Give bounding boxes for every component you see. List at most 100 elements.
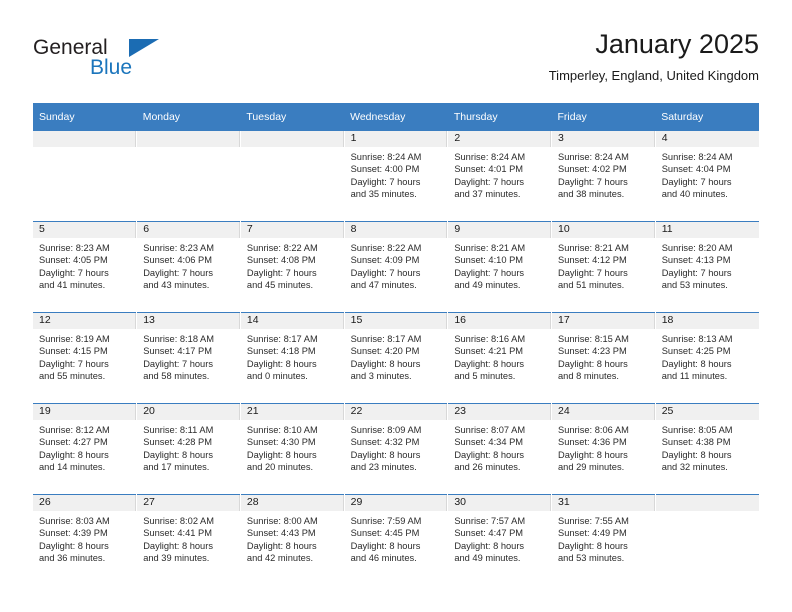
day-details: Sunrise: 8:20 AM Sunset: 4:13 PM Daylight:… [656,238,759,292]
daylight-text-line2: and 36 minutes. [39,553,106,564]
day-details: Sunrise: 8:11 AM Sunset: 4:28 PM Daylight:… [137,420,240,474]
day-details: Sunrise: 8:15 AM Sunset: 4:23 PM Daylight:… [552,329,655,383]
calendar-day-cell[interactable]: 6 Sunrise: 8:23 AM Sunset: 4:06 PM Daylight… [136,221,241,313]
sunrise-text: Sunrise: 8:22 AM [350,243,422,253]
calendar-day-cell[interactable]: 21 Sunrise: 8:10 AM Sunset: 4:30 PM Dayligh… [239,403,345,495]
calendar-day-cell[interactable]: 26 Sunrise: 8:03 AM Sunset: 4:39 PM Dayligh… [33,494,137,585]
day-number: 18 [655,313,759,329]
sunset-text: Sunset: 4:09 PM [350,255,420,266]
daylight-text-line1: Daylight: 7 hours [143,358,213,369]
day-details: Sunrise: 8:17 AM Sunset: 4:18 PM Daylight:… [241,329,344,383]
calendar-week-row: 1 Sunrise: 8:24 AM Sunset: 4:00 PM Daylight… [33,131,759,222]
day-details: Sunrise: 8:07 AM Sunset: 4:34 PM Daylight:… [448,420,551,474]
calendar-day-cell[interactable]: 10 Sunrise: 8:21 AM Sunset: 4:12 PM Dayligh… [551,221,656,313]
day-details: Sunrise: 8:22 AM Sunset: 4:09 PM Daylight:… [345,238,448,292]
calendar-day-cell[interactable]: 22 Sunrise: 8:09 AM Sunset: 4:32 PM Dayligh… [343,403,448,495]
calendar-week-row: 12 Sunrise: 8:19 AM Sunset: 4:15 PM Dayligh… [33,312,759,404]
calendar-day-cell[interactable]: 29 Sunrise: 7:59 AM Sunset: 4:45 PM Dayligh… [343,494,448,585]
sunset-text: Sunset: 4:10 PM [454,255,524,266]
sunset-text: Sunset: 4:04 PM [661,164,731,175]
calendar-day-cell[interactable]: 31 Sunrise: 7:55 AM Sunset: 4:49 PM Dayligh… [551,494,656,585]
daylight-text-line2: and 51 minutes. [558,280,625,291]
calendar-day-cell[interactable]: 5 Sunrise: 8:23 AM Sunset: 4:05 PM Daylight… [33,221,137,313]
calendar-week-row: 19 Sunrise: 8:12 AM Sunset: 4:27 PM Dayligh… [33,403,759,495]
sunrise-text: Sunrise: 8:19 AM [39,334,110,344]
day-number: 14 [240,313,344,329]
daylight-text-line2: and 42 minutes. [246,553,314,564]
daylight-text-line2: and 37 minutes. [454,189,521,200]
calendar-day-cell[interactable]: 15 Sunrise: 8:17 AM Sunset: 4:20 PM Dayligh… [343,312,448,404]
sunset-text: Sunset: 4:30 PM [246,437,316,448]
calendar-day-cell[interactable]: 17 Sunrise: 8:15 AM Sunset: 4:23 PM Dayligh… [551,312,656,404]
day-number: 28 [240,495,344,511]
day-details: Sunrise: 8:21 AM Sunset: 4:10 PM Daylight:… [448,238,551,292]
sunrise-text: Sunrise: 8:06 AM [558,425,629,435]
daylight-text-line1: Daylight: 7 hours [246,267,317,278]
calendar-day-cell[interactable]: 4 Sunrise: 8:24 AM Sunset: 4:04 PM Daylight… [654,131,759,222]
sunrise-text: Sunrise: 8:07 AM [454,425,526,435]
daylight-text-line2: and 39 minutes. [143,553,210,564]
daylight-text-line2: and 55 minutes. [39,371,106,382]
calendar-day-cell[interactable]: 7 Sunrise: 8:22 AM Sunset: 4:08 PM Daylight… [239,221,345,313]
sunrise-text: Sunrise: 8:11 AM [143,425,214,435]
calendar-day-cell[interactable]: 25 Sunrise: 8:05 AM Sunset: 4:38 PM Dayligh… [654,403,759,495]
day-number: 3 [552,131,655,147]
calendar-day-cell-empty [654,494,759,585]
calendar-day-cell[interactable]: 12 Sunrise: 8:19 AM Sunset: 4:15 PM Dayligh… [33,312,137,404]
day-details: Sunrise: 8:13 AM Sunset: 4:25 PM Daylight:… [656,329,759,383]
day-details: Sunrise: 8:23 AM Sunset: 4:05 PM Daylight:… [33,238,136,292]
day-number: 5 [33,222,137,238]
daylight-text-line1: Daylight: 7 hours [558,176,628,187]
day-number: 16 [448,313,552,329]
sunrise-text: Sunrise: 8:24 AM [350,152,422,162]
sunset-text: Sunset: 4:32 PM [350,437,420,448]
calendar-day-cell[interactable]: 20 Sunrise: 8:11 AM Sunset: 4:28 PM Dayligh… [136,403,241,495]
calendar-day-cell[interactable]: 16 Sunrise: 8:16 AM Sunset: 4:21 PM Dayligh… [447,312,552,404]
daylight-text-line2: and 41 minutes. [39,280,106,291]
calendar-day-cell[interactable]: 19 Sunrise: 8:12 AM Sunset: 4:27 PM Dayligh… [33,403,137,495]
calendar-day-cell[interactable]: 28 Sunrise: 8:00 AM Sunset: 4:43 PM Dayligh… [239,494,345,585]
weekday-header-tuesday: Tuesday [246,111,287,123]
daylight-text-line1: Daylight: 8 hours [143,449,213,460]
sunset-text: Sunset: 4:27 PM [39,437,108,448]
day-details: Sunrise: 8:12 AM Sunset: 4:27 PM Daylight:… [33,420,136,474]
daylight-text-line2: and 29 minutes. [558,462,625,473]
daylight-text-line1: Daylight: 8 hours [454,540,525,551]
sunset-text: Sunset: 4:17 PM [143,346,212,357]
day-number: 31 [552,495,655,511]
sunrise-text: Sunrise: 8:12 AM [39,425,110,435]
day-details: Sunrise: 7:59 AM Sunset: 4:45 PM Daylight:… [345,511,448,565]
calendar-day-cell[interactable]: 30 Sunrise: 7:57 AM Sunset: 4:47 PM Dayligh… [447,494,552,585]
title-block: January 2025 Timperley, England, United … [549,28,759,85]
calendar-day-cell[interactable]: 23 Sunrise: 8:07 AM Sunset: 4:34 PM Dayligh… [447,403,552,495]
weekday-header-thursday: Thursday [453,111,498,123]
calendar-day-cell[interactable]: 14 Sunrise: 8:17 AM Sunset: 4:18 PM Dayligh… [239,312,345,404]
day-number: 13 [137,313,240,329]
sunset-text: Sunset: 4:41 PM [143,528,212,539]
day-number [240,131,344,147]
day-details: Sunrise: 8:24 AM Sunset: 4:04 PM Daylight:… [656,147,759,201]
daylight-text-line2: and 43 minutes. [143,280,210,291]
calendar-day-cell[interactable]: 9 Sunrise: 8:21 AM Sunset: 4:10 PM Daylight… [447,221,552,313]
calendar-day-cell[interactable]: 1 Sunrise: 8:24 AM Sunset: 4:00 PM Daylight… [343,131,448,222]
daylight-text-line2: and 20 minutes. [246,462,314,473]
day-number: 4 [655,131,759,147]
calendar-day-cell[interactable]: 8 Sunrise: 8:22 AM Sunset: 4:09 PM Daylight… [343,221,448,313]
calendar-day-cell[interactable]: 2 Sunrise: 8:24 AM Sunset: 4:01 PM Daylight… [447,131,552,222]
daylight-text-line2: and 11 minutes. [661,371,728,382]
calendar-day-cell[interactable]: 13 Sunrise: 8:18 AM Sunset: 4:17 PM Dayligh… [136,312,241,404]
day-details: Sunrise: 8:24 AM Sunset: 4:01 PM Daylight:… [448,147,551,201]
day-number: 22 [344,404,448,420]
daylight-text-line2: and 23 minutes. [350,462,417,473]
calendar-day-cell[interactable]: 24 Sunrise: 8:06 AM Sunset: 4:36 PM Dayligh… [551,403,656,495]
calendar-day-cell[interactable]: 27 Sunrise: 8:02 AM Sunset: 4:41 PM Dayligh… [136,494,241,585]
logo-text-blue: Blue [90,56,133,79]
sunset-text: Sunset: 4:45 PM [350,528,420,539]
generalblue-logo[interactable]: General Blue [33,36,233,88]
daylight-text-line1: Daylight: 7 hours [661,176,732,187]
calendar-day-cell[interactable]: 18 Sunrise: 8:13 AM Sunset: 4:25 PM Dayligh… [654,312,759,404]
day-number: 24 [552,404,655,420]
calendar-day-cell[interactable]: 3 Sunrise: 8:24 AM Sunset: 4:02 PM Daylight… [551,131,656,222]
calendar-day-cell[interactable]: 11 Sunrise: 8:20 AM Sunset: 4:13 PM Dayligh… [654,221,759,313]
day-details: Sunrise: 8:17 AM Sunset: 4:20 PM Daylight:… [345,329,448,383]
